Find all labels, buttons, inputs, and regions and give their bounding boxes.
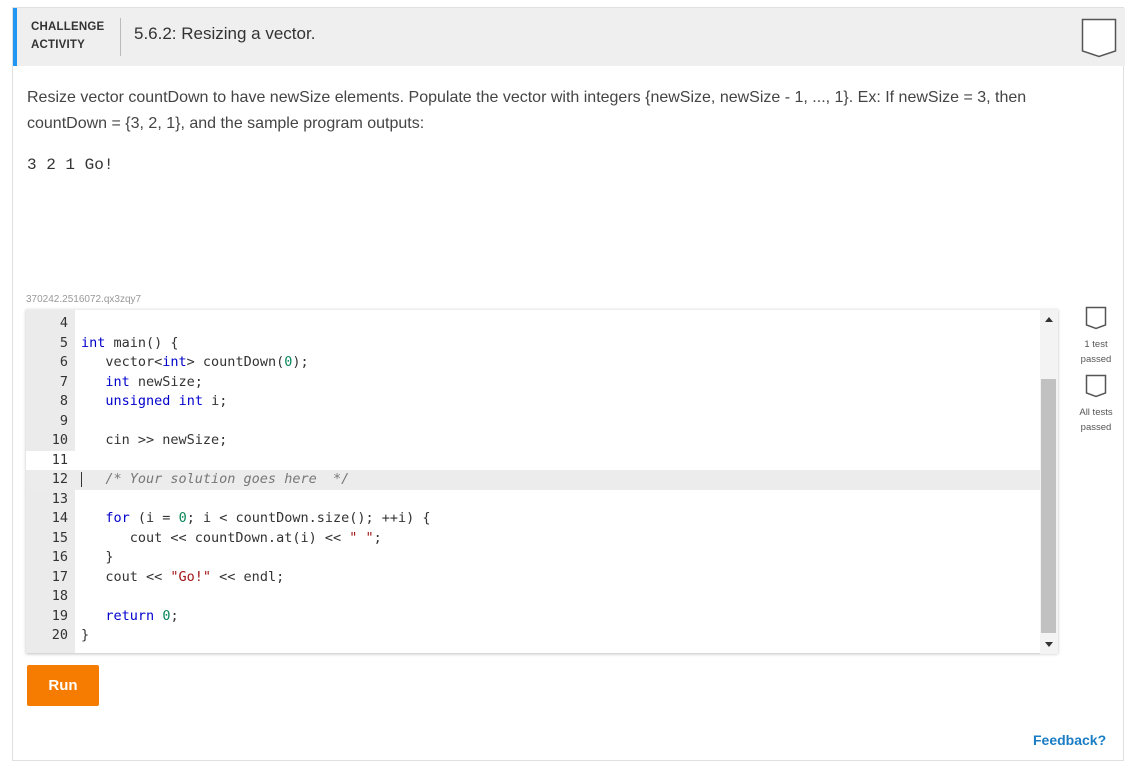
code-text[interactable]: int newSize;: [81, 373, 203, 393]
editor-scrollbar[interactable]: [1040, 310, 1058, 654]
code-text[interactable]: /* Your solution goes here */: [81, 470, 349, 490]
code-line[interactable]: 18: [26, 587, 1040, 607]
code-line[interactable]: 5 int main() {: [26, 334, 1040, 354]
line-number: 4: [59, 315, 68, 331]
code-line[interactable]: 15 cout << countDown.at(i) << " ";: [26, 529, 1040, 549]
line-number: 10: [51, 432, 68, 448]
code-line[interactable]: 17 cout << "Go!" << endl;: [26, 568, 1040, 588]
code-text[interactable]: int main() {: [81, 334, 179, 354]
line-number: 15: [51, 529, 68, 546]
line-number: 17: [51, 568, 68, 585]
problem-description: Resize vector countDown to have newSize …: [27, 89, 1027, 132]
code-line[interactable]: 7 int newSize;: [26, 373, 1040, 393]
code-line[interactable]: 4: [26, 314, 1040, 334]
line-number: 11: [51, 451, 68, 468]
bookmark-icon[interactable]: [1081, 18, 1117, 58]
feedback-link[interactable]: Feedback?: [1033, 732, 1106, 748]
activity-type-line1: CHALLENGE: [31, 21, 105, 33]
code-line[interactable]: 13: [26, 490, 1040, 510]
test-1-status-line1: 1 test: [1084, 339, 1108, 350]
code-text[interactable]: return 0;: [81, 607, 178, 627]
line-number: 13: [51, 490, 68, 507]
code-comment: /* Your solution goes here */: [81, 471, 350, 487]
code-line[interactable]: 16 }: [26, 548, 1040, 568]
code-line[interactable]: 8 unsigned int i;: [26, 392, 1040, 412]
all-tests-status-line2: passed: [1080, 422, 1112, 433]
code-editor[interactable]: 4 5 int main() {6 vector<int> countDown(0)…: [26, 309, 1058, 654]
activity-title: 5.6.2: Resizing a vector.: [134, 24, 316, 43]
line-number: 8: [59, 393, 68, 409]
activity-header: CHALLENGE ACTIVITY 5.6.2: Resizing a vec…: [13, 8, 1125, 66]
all-tests-status: All tests passed: [1066, 405, 1126, 435]
test-1-checkbox-icon: [1085, 306, 1107, 330]
code-line[interactable]: 10 cin >> newSize;: [26, 431, 1040, 451]
code-text[interactable]: cin >> newSize;: [81, 431, 227, 451]
code-text[interactable]: cout << countDown.at(i) << " ";: [81, 529, 382, 549]
code-text[interactable]: }: [81, 626, 89, 646]
header-divider: [120, 18, 121, 56]
code-text[interactable]: for (i = 0; i < countDown.size(); ++i) {: [81, 509, 430, 529]
code-line[interactable]: 6 vector<int> countDown(0);: [26, 353, 1040, 373]
test-1-status: 1 test passed: [1066, 337, 1126, 367]
code-text[interactable]: unsigned int i;: [81, 392, 227, 412]
code-line[interactable]: 9: [26, 412, 1040, 432]
test-1-status-line2: passed: [1080, 354, 1112, 365]
code-line[interactable]: 11: [26, 450, 1040, 470]
line-number: 6: [59, 354, 68, 370]
scroll-down-arrow-icon[interactable]: [1045, 642, 1053, 647]
code-line[interactable]: 19 return 0;: [26, 607, 1040, 627]
code-text[interactable]: }: [81, 548, 113, 568]
code-line[interactable]: 12 /* Your solution goes here */: [26, 470, 1040, 490]
line-number: 7: [59, 373, 68, 390]
line-number: 18: [51, 588, 68, 604]
code-line[interactable]: 14 for (i = 0; i < countDown.size(); ++i…: [26, 509, 1040, 529]
line-number: 9: [59, 412, 68, 429]
run-button[interactable]: Run: [27, 665, 99, 706]
scroll-up-arrow-icon[interactable]: [1045, 317, 1053, 322]
line-number: 20: [51, 627, 68, 643]
activity-type-label: CHALLENGE ACTIVITY: [31, 18, 104, 54]
line-number: 16: [51, 549, 68, 565]
all-tests-status-line1: All tests: [1079, 407, 1113, 418]
challenge-id: 370242.2516072.qx3zqy7: [26, 294, 142, 305]
code-line[interactable]: 20}: [26, 626, 1040, 646]
code-text[interactable]: vector<int> countDown(0);: [81, 353, 308, 373]
line-number: 19: [51, 607, 68, 624]
activity-type-line2: ACTIVITY: [31, 39, 85, 51]
line-number: 14: [51, 510, 68, 526]
scrollbar-thumb[interactable]: [1041, 379, 1056, 633]
challenge-activity-card: CHALLENGE ACTIVITY 5.6.2: Resizing a vec…: [12, 7, 1126, 761]
sample-output: 3 2 1 Go!: [27, 156, 114, 174]
all-tests-checkbox-icon: [1085, 374, 1107, 398]
code-text[interactable]: cout << "Go!" << endl;: [81, 568, 284, 588]
line-number: 12: [51, 471, 68, 487]
line-number: 5: [59, 334, 68, 351]
